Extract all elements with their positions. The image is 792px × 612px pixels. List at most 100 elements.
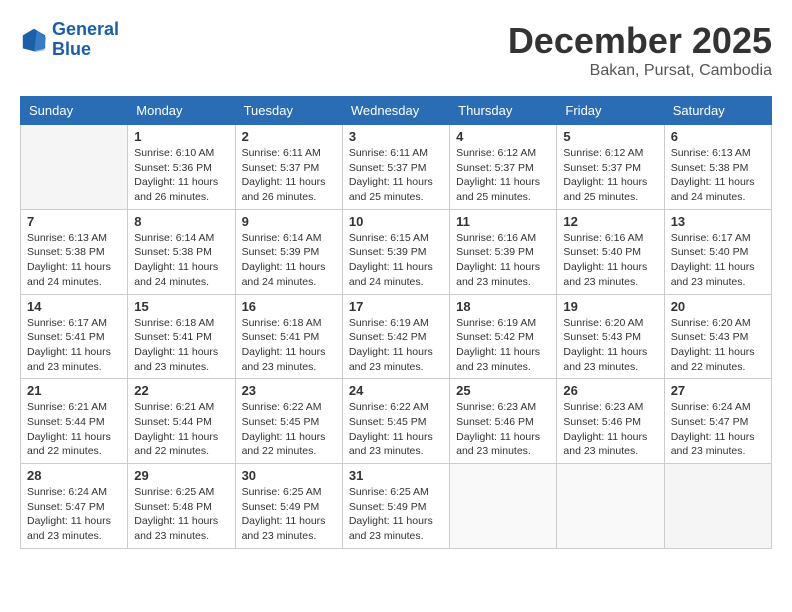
day-number: 23 xyxy=(242,383,336,398)
calendar-cell: 14 Sunrise: 6:17 AMSunset: 5:41 PMDayligh… xyxy=(21,294,128,379)
day-info: Sunrise: 6:20 AMSunset: 5:43 PMDaylight:… xyxy=(671,316,765,375)
calendar-cell: 22Sunrise: 6:21 AMSunset: 5:44 PMDayligh… xyxy=(128,379,235,464)
calendar-cell: 4Sunrise: 6:12 AMSunset: 5:37 PMDaylight… xyxy=(450,125,557,210)
day-number: 24 xyxy=(349,383,443,398)
day-info: Sunrise: 6:25 AMSunset: 5:48 PMDaylight:… xyxy=(134,485,228,544)
weekday-header: Saturday xyxy=(664,97,771,125)
calendar-week-row: 14 Sunrise: 6:17 AMSunset: 5:41 PMDayligh… xyxy=(21,294,772,379)
calendar-cell: 24 Sunrise: 6:22 AMSunset: 5:45 PMDayligh… xyxy=(342,379,449,464)
calendar-cell: 1Sunrise: 6:10 AMSunset: 5:36 PMDaylight… xyxy=(128,125,235,210)
day-number: 7 xyxy=(27,214,121,229)
day-info: Sunrise: 6:20 AMSunset: 5:43 PMDaylight:… xyxy=(563,316,657,375)
calendar-cell: 26Sunrise: 6:23 AMSunset: 5:46 PMDayligh… xyxy=(557,379,664,464)
calendar-table: SundayMondayTuesdayWednesdayThursdayFrid… xyxy=(20,96,772,549)
day-number: 9 xyxy=(242,214,336,229)
day-number: 8 xyxy=(134,214,228,229)
calendar-week-row: 7 Sunrise: 6:13 AMSunset: 5:38 PMDaylight… xyxy=(21,209,772,294)
calendar-cell: 3 Sunrise: 6:11 AMSunset: 5:37 PMDaylight… xyxy=(342,125,449,210)
day-number: 10 xyxy=(349,214,443,229)
day-info: Sunrise: 6:18 AMSunset: 5:41 PMDaylight:… xyxy=(134,316,228,375)
calendar-cell: 7 Sunrise: 6:13 AMSunset: 5:38 PMDaylight… xyxy=(21,209,128,294)
calendar-cell xyxy=(664,464,771,549)
calendar-cell: 19 Sunrise: 6:20 AMSunset: 5:43 PMDayligh… xyxy=(557,294,664,379)
location: Bakan, Pursat, Cambodia xyxy=(508,62,772,80)
day-number: 20 xyxy=(671,299,765,314)
day-number: 12 xyxy=(563,214,657,229)
calendar-cell: 27 Sunrise: 6:24 AMSunset: 5:47 PMDayligh… xyxy=(664,379,771,464)
day-number: 25 xyxy=(456,383,550,398)
calendar-header-row: SundayMondayTuesdayWednesdayThursdayFrid… xyxy=(21,97,772,125)
logo: General Blue xyxy=(20,20,119,60)
day-number: 2 xyxy=(242,129,336,144)
day-number: 3 xyxy=(349,129,443,144)
day-info: Sunrise: 6:22 AMSunset: 5:45 PMDaylight:… xyxy=(349,400,443,459)
calendar-cell: 23Sunrise: 6:22 AMSunset: 5:45 PMDayligh… xyxy=(235,379,342,464)
day-info: Sunrise: 6:24 AMSunset: 5:47 PMDaylight:… xyxy=(671,400,765,459)
day-number: 16 xyxy=(242,299,336,314)
calendar-cell: 8 Sunrise: 6:14 AMSunset: 5:38 PMDaylight… xyxy=(128,209,235,294)
calendar-cell xyxy=(21,125,128,210)
calendar-cell: 16 Sunrise: 6:18 AMSunset: 5:41 PMDayligh… xyxy=(235,294,342,379)
calendar-cell: 2 Sunrise: 6:11 AMSunset: 5:37 PMDaylight… xyxy=(235,125,342,210)
day-info: Sunrise: 6:13 AMSunset: 5:38 PMDaylight:… xyxy=(671,146,765,205)
day-number: 6 xyxy=(671,129,765,144)
day-info: Sunrise: 6:14 AMSunset: 5:38 PMDaylight:… xyxy=(134,231,228,290)
day-number: 14 xyxy=(27,299,121,314)
weekday-header: Sunday xyxy=(21,97,128,125)
day-info: Sunrise: 6:25 AMSunset: 5:49 PMDaylight:… xyxy=(349,485,443,544)
calendar-week-row: 1Sunrise: 6:10 AMSunset: 5:36 PMDaylight… xyxy=(21,125,772,210)
title-block: December 2025 Bakan, Pursat, Cambodia xyxy=(508,20,772,80)
day-number: 22 xyxy=(134,383,228,398)
day-info: Sunrise: 6:19 AMSunset: 5:42 PMDaylight:… xyxy=(456,316,550,375)
calendar-cell: 20 Sunrise: 6:20 AMSunset: 5:43 PMDayligh… xyxy=(664,294,771,379)
calendar-cell: 13 Sunrise: 6:17 AMSunset: 5:40 PMDayligh… xyxy=(664,209,771,294)
calendar-cell xyxy=(557,464,664,549)
day-info: Sunrise: 6:23 AMSunset: 5:46 PMDaylight:… xyxy=(456,400,550,459)
calendar-cell: 21Sunrise: 6:21 AMSunset: 5:44 PMDayligh… xyxy=(21,379,128,464)
calendar-cell: 29Sunrise: 6:25 AMSunset: 5:48 PMDayligh… xyxy=(128,464,235,549)
calendar-cell: 28 Sunrise: 6:24 AMSunset: 5:47 PMDayligh… xyxy=(21,464,128,549)
weekday-header: Tuesday xyxy=(235,97,342,125)
calendar-week-row: 21Sunrise: 6:21 AMSunset: 5:44 PMDayligh… xyxy=(21,379,772,464)
weekday-header: Friday xyxy=(557,97,664,125)
day-info: Sunrise: 6:16 AMSunset: 5:39 PMDaylight:… xyxy=(456,231,550,290)
calendar-cell: 18 Sunrise: 6:19 AMSunset: 5:42 PMDayligh… xyxy=(450,294,557,379)
month-title: December 2025 xyxy=(508,20,772,62)
weekday-header: Monday xyxy=(128,97,235,125)
day-number: 13 xyxy=(671,214,765,229)
day-number: 5 xyxy=(563,129,657,144)
day-number: 15 xyxy=(134,299,228,314)
day-info: Sunrise: 6:11 AMSunset: 5:37 PMDaylight:… xyxy=(349,146,443,205)
day-info: Sunrise: 6:17 AMSunset: 5:41 PMDaylight:… xyxy=(27,316,121,375)
weekday-header: Wednesday xyxy=(342,97,449,125)
day-number: 27 xyxy=(671,383,765,398)
day-info: Sunrise: 6:11 AMSunset: 5:37 PMDaylight:… xyxy=(242,146,336,205)
day-info: Sunrise: 6:24 AMSunset: 5:47 PMDaylight:… xyxy=(27,485,121,544)
calendar-cell: 11 Sunrise: 6:16 AMSunset: 5:39 PMDayligh… xyxy=(450,209,557,294)
day-info: Sunrise: 6:10 AMSunset: 5:36 PMDaylight:… xyxy=(134,146,228,205)
day-number: 28 xyxy=(27,468,121,483)
day-info: Sunrise: 6:12 AMSunset: 5:37 PMDaylight:… xyxy=(456,146,550,205)
calendar-cell: 17Sunrise: 6:19 AMSunset: 5:42 PMDayligh… xyxy=(342,294,449,379)
day-number: 30 xyxy=(242,468,336,483)
day-number: 19 xyxy=(563,299,657,314)
calendar-cell: 10 Sunrise: 6:15 AMSunset: 5:39 PMDayligh… xyxy=(342,209,449,294)
calendar-cell: 30 Sunrise: 6:25 AMSunset: 5:49 PMDayligh… xyxy=(235,464,342,549)
day-number: 26 xyxy=(563,383,657,398)
day-info: Sunrise: 6:13 AMSunset: 5:38 PMDaylight:… xyxy=(27,231,121,290)
day-number: 17 xyxy=(349,299,443,314)
page-header: General Blue December 2025 Bakan, Pursat… xyxy=(20,20,772,80)
day-info: Sunrise: 6:18 AMSunset: 5:41 PMDaylight:… xyxy=(242,316,336,375)
day-info: Sunrise: 6:17 AMSunset: 5:40 PMDaylight:… xyxy=(671,231,765,290)
logo-text: General Blue xyxy=(52,20,119,60)
calendar-cell: 5 Sunrise: 6:12 AMSunset: 5:37 PMDaylight… xyxy=(557,125,664,210)
day-number: 11 xyxy=(456,214,550,229)
day-info: Sunrise: 6:15 AMSunset: 5:39 PMDaylight:… xyxy=(349,231,443,290)
day-info: Sunrise: 6:25 AMSunset: 5:49 PMDaylight:… xyxy=(242,485,336,544)
day-number: 21 xyxy=(27,383,121,398)
calendar-cell: 15 Sunrise: 6:18 AMSunset: 5:41 PMDayligh… xyxy=(128,294,235,379)
day-info: Sunrise: 6:12 AMSunset: 5:37 PMDaylight:… xyxy=(563,146,657,205)
calendar-week-row: 28 Sunrise: 6:24 AMSunset: 5:47 PMDayligh… xyxy=(21,464,772,549)
calendar-cell: 12Sunrise: 6:16 AMSunset: 5:40 PMDayligh… xyxy=(557,209,664,294)
day-number: 18 xyxy=(456,299,550,314)
